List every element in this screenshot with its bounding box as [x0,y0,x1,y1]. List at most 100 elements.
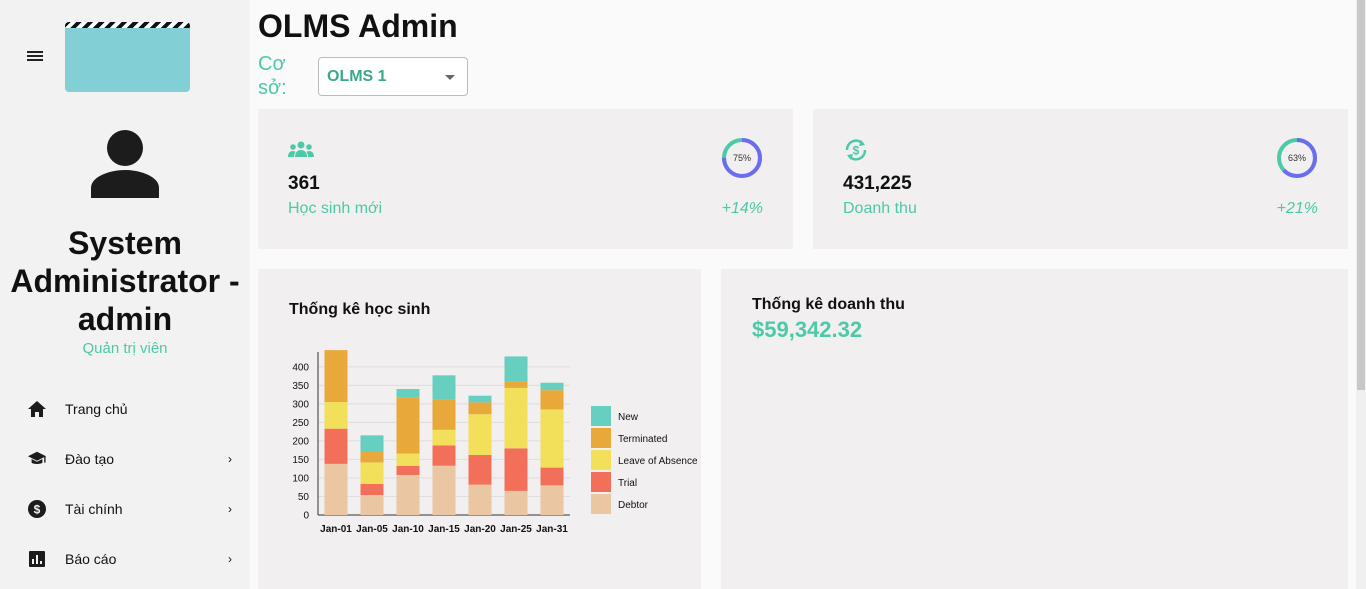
logo[interactable] [65,22,190,92]
bar-chart-icon [28,550,46,568]
legend-swatch [591,406,611,426]
y-tick-label: 150 [292,455,309,466]
sidebar-item-label: Trang chủ [65,401,128,417]
stat-change: +21% [1276,200,1318,217]
stat-value: 431,225 [843,173,912,194]
user-role: Quản trị viên [82,340,168,357]
sidebar-item-training[interactable]: Đào tạo › [0,434,250,484]
stat-label: Doanh thu [843,200,917,217]
bar-segment [468,395,492,403]
svg-text:$: $ [34,503,41,517]
sidebar-item-reports[interactable]: Báo cáo › [0,534,250,584]
bar-segment [324,463,348,515]
legend-swatch [591,494,611,514]
chevron-right-icon: › [228,552,232,566]
legend-label: Terminated [618,434,667,445]
chevron-right-icon: › [228,452,232,466]
scrollbar[interactable] [1356,0,1366,589]
chart-title: Thống kê học sinh [289,301,431,318]
revenue-card: Thống kê doanh thu $59,342.32 [721,269,1348,589]
bar-segment [360,462,384,484]
bar-segment [504,381,528,388]
home-icon [28,400,46,418]
branch-select-value: OLMS 1 [327,67,387,85]
x-tick-label: Jan-31 [536,524,568,535]
bar-segment [540,390,564,410]
x-tick-label: Jan-20 [464,524,496,535]
bar-segment [540,409,564,468]
y-tick-label: 50 [298,492,310,503]
bar-segment [468,414,492,455]
revenue-value: $59,342.32 [752,317,863,342]
legend-swatch [591,472,611,492]
stat-change: +14% [721,200,763,217]
sidebar: System Administrator - admin Quản trị vi… [0,0,250,589]
legend-swatch [591,450,611,470]
y-tick-label: 250 [292,418,309,429]
stat-card-new-students: 361 Học sinh mới +14% 75% [258,109,793,249]
logo-stripe [65,22,190,28]
bar-segment [468,454,492,485]
progress-ring: 75% [722,138,762,178]
bar-segment [504,387,528,449]
chevron-right-icon: › [228,502,232,516]
x-tick-label: Jan-01 [320,524,352,535]
bar-segment [432,445,456,466]
bar-segment [360,435,384,453]
bar-segment [540,382,564,391]
branch-select[interactable]: OLMS 1 [318,57,468,96]
hamburger-menu-icon[interactable] [27,49,47,65]
sidebar-item-finance[interactable]: $ Tài chính › [0,484,250,534]
stat-value: 361 [288,173,320,194]
stat-card-revenue: $ 431,225 Doanh thu +21% 63% [813,109,1348,249]
x-tick-label: Jan-05 [356,524,388,535]
bar-segment [360,483,384,495]
bar-segment [432,429,456,446]
stacked-bar-chart: 0 50 100 150 200 250 300 350 400 Jan-01 Jan-05 Jan-… [292,350,698,535]
legend-swatch [591,428,611,448]
scrollbar-thumb[interactable] [1357,0,1365,390]
caret-down-icon [445,75,455,80]
bar-segment [360,494,384,515]
bar-segment [396,397,420,454]
branch-label: Cơ sở: [258,53,287,99]
bar-segment [396,453,420,466]
sidebar-item-home[interactable]: Trang chủ [0,384,250,434]
bar-segment [468,484,492,515]
x-tick-label: Jan-10 [392,524,424,535]
bar-segment [432,375,456,400]
sidebar-item-label: Đào tạo [65,451,115,467]
y-tick-label: 400 [292,362,309,373]
bar-segment [324,350,348,403]
stat-label: Học sinh mới [288,200,383,217]
legend-label: Leave of Absence [618,456,698,467]
progress-ring: 63% [1277,138,1317,178]
legend-label: Trial [618,478,637,489]
y-tick-label: 0 [303,511,309,522]
user-avatar-icon [91,130,159,198]
legend-label: New [618,412,639,423]
user-name: System Administrator - admin [10,225,240,337]
student-chart-card: Thống kê học sinh 0 50 100 150 200 250 300 350 4… [258,269,701,589]
bar-segment [468,402,492,415]
bar-segment [540,467,564,486]
svg-text:$: $ [853,144,860,158]
bar-segment [396,474,420,515]
y-tick-label: 350 [292,381,309,392]
progress-ring-label: 75% [733,153,751,163]
bar-segment [504,448,528,491]
bar-segment [324,428,348,464]
bar-segment [504,356,528,382]
y-tick-label: 300 [292,399,309,410]
sidebar-item-label: Tài chính [65,501,123,517]
bar-segment [432,465,456,515]
revenue-title: Thống kê doanh thu [752,296,905,313]
bar-segment [396,389,420,398]
progress-ring-label: 63% [1288,153,1306,163]
bar-segment [324,402,348,429]
bar-segment [504,490,528,515]
page-title: OLMS Admin [258,8,458,44]
y-tick-label: 100 [292,473,309,484]
graduation-cap-icon [28,450,46,468]
legend-label: Debtor [618,500,649,511]
